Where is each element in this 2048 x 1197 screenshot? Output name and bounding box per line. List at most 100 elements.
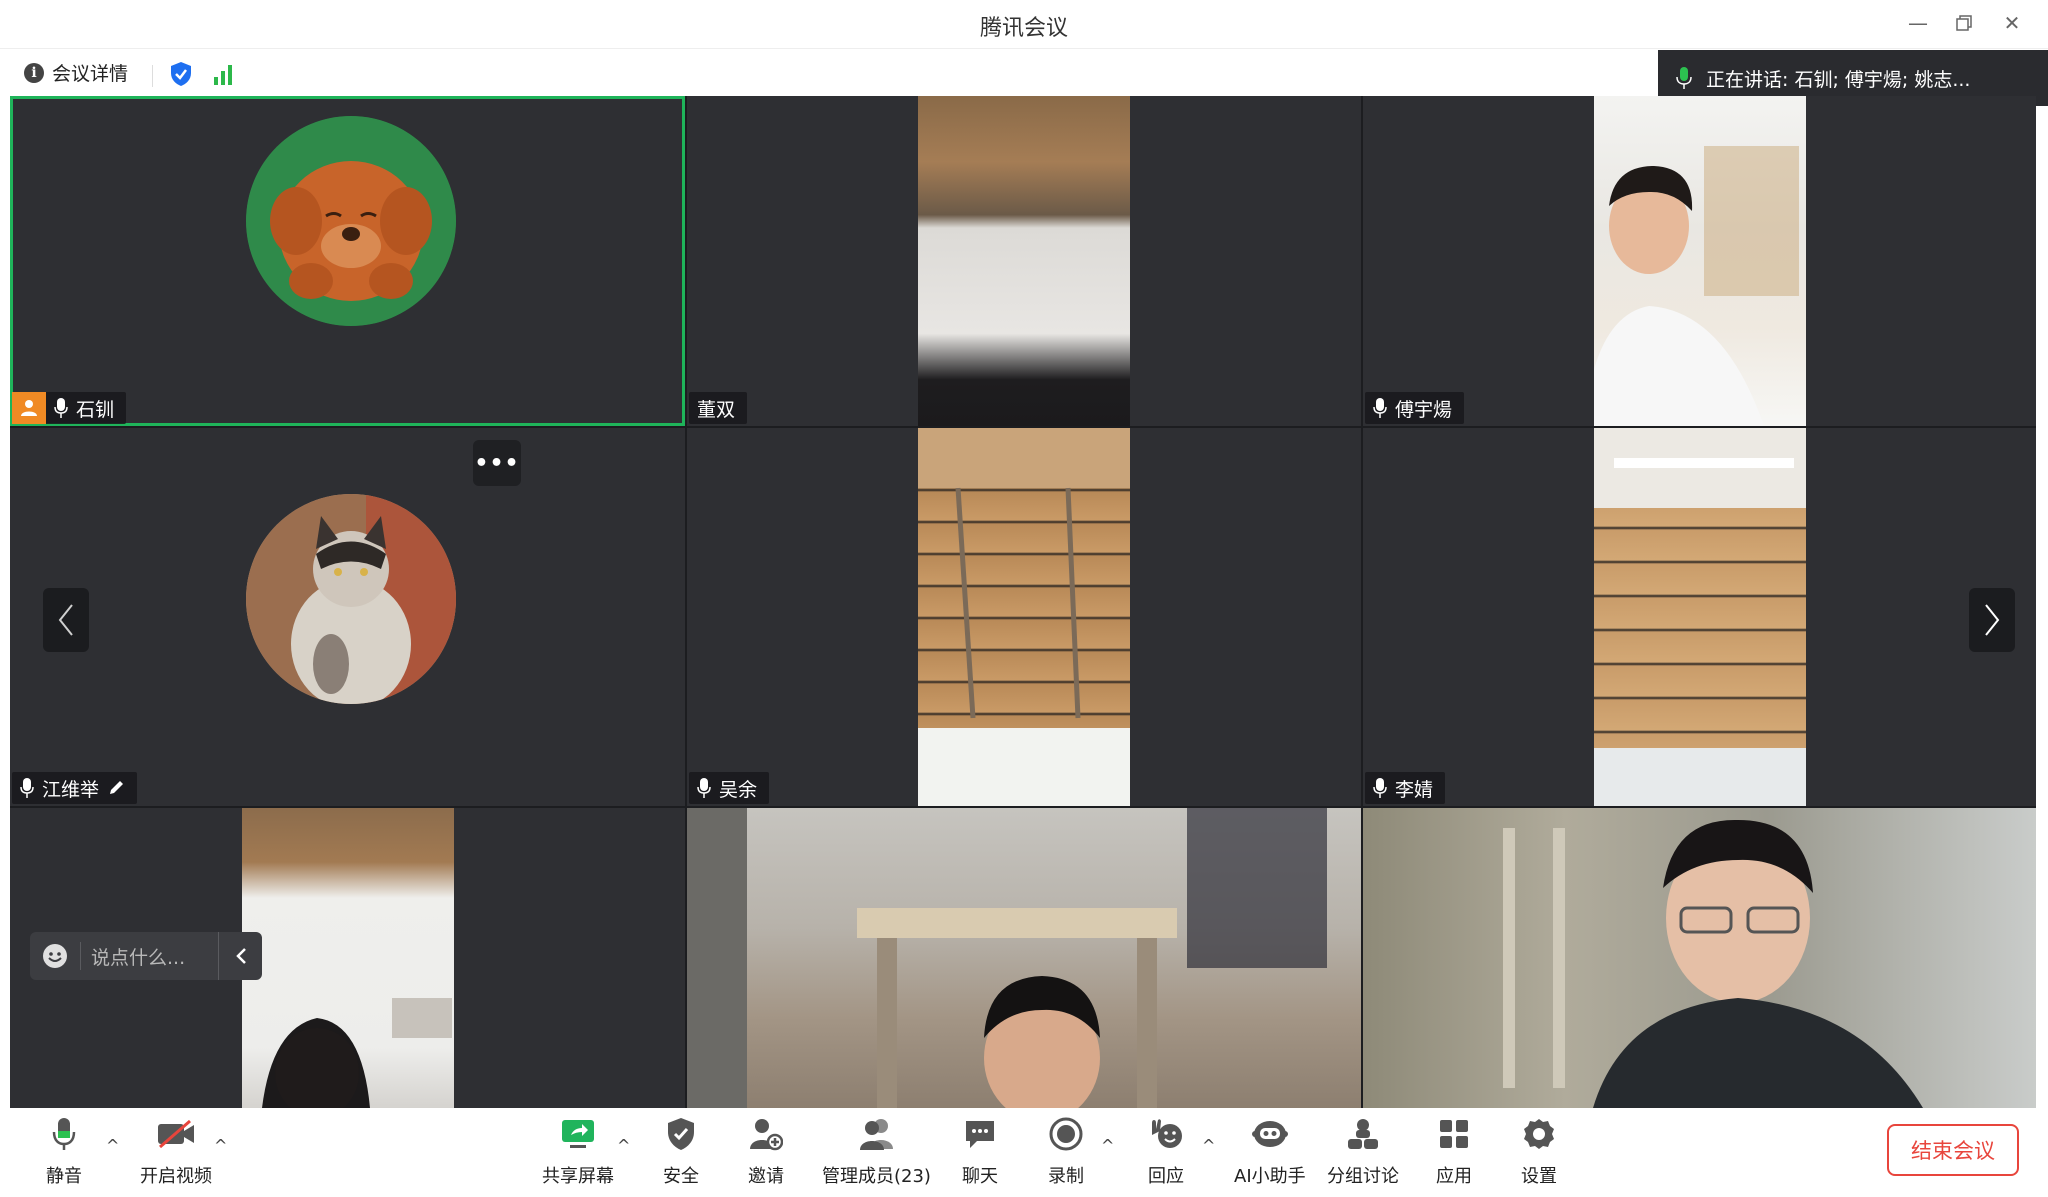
participant-tile[interactable]: 董双 xyxy=(687,96,1361,426)
chat-button[interactable]: 聊天 xyxy=(962,1112,998,1188)
robot-icon xyxy=(1251,1112,1289,1156)
mic-icon xyxy=(1373,778,1387,798)
breakout-rooms-button[interactable]: 分组讨论 xyxy=(1327,1112,1399,1188)
gear-icon xyxy=(1522,1112,1556,1156)
video-grid: 石钏 董双 傅宇煬 ••• 江维举 吴余 李婧 xyxy=(10,96,2036,1108)
host-icon xyxy=(12,392,46,424)
video-off-icon xyxy=(156,1112,196,1156)
bear-avatar xyxy=(246,116,456,326)
participant-tile[interactable]: 李婧 xyxy=(1363,428,2036,806)
video-feed xyxy=(687,808,1361,1108)
security-button[interactable]: 安全 xyxy=(663,1112,699,1188)
mute-label: 静音 xyxy=(46,1166,82,1187)
participant-name: 傅宇煬 xyxy=(1395,398,1453,421)
mic-active-icon xyxy=(1676,67,1692,89)
chevron-up-icon[interactable]: ^ xyxy=(1101,1136,1114,1155)
meeting-toolbar: 静音 ^ 开启视频 ^ 共享屏幕 ^ 安全 邀请 管理成员(23) 聊天 录制 … xyxy=(0,1108,2048,1197)
participant-tile[interactable]: 吴余 xyxy=(687,428,1361,806)
add-user-icon xyxy=(749,1112,783,1156)
participant-tile[interactable]: ••• 江维举 xyxy=(10,428,685,806)
participant-name: 吴余 xyxy=(719,778,758,801)
participant-name-tag: 傅宇煬 xyxy=(1365,392,1465,424)
share-screen-icon xyxy=(560,1112,596,1156)
react-button[interactable]: 回应 xyxy=(1148,1112,1184,1188)
pencil-icon[interactable] xyxy=(107,779,125,797)
mic-icon xyxy=(54,398,68,418)
meeting-details-label: 会议详情 xyxy=(52,63,129,85)
cat-avatar xyxy=(246,494,456,704)
share-screen-label: 共享屏幕 xyxy=(542,1166,614,1187)
signal-bars-icon[interactable] xyxy=(214,63,232,85)
mic-icon xyxy=(1373,398,1387,418)
end-meeting-button[interactable]: 结束会议 xyxy=(1887,1124,2019,1176)
members-icon xyxy=(857,1112,895,1156)
settings-button[interactable]: 设置 xyxy=(1521,1112,1557,1188)
record-label: 录制 xyxy=(1048,1166,1084,1187)
chevron-right-icon[interactable] xyxy=(1969,588,2015,652)
ai-assistant-label: AI小助手 xyxy=(1234,1166,1306,1187)
video-feed xyxy=(1594,428,1806,806)
chevron-up-icon[interactable]: ^ xyxy=(214,1136,227,1155)
apps-grid-icon xyxy=(1438,1112,1470,1156)
meeting-details-button[interactable]: i 会议详情 xyxy=(24,59,128,86)
participant-name-tag: 吴余 xyxy=(689,772,770,804)
record-icon xyxy=(1049,1112,1083,1156)
divider xyxy=(152,65,153,87)
microphone-icon xyxy=(51,1112,77,1156)
chat-quick-input[interactable]: 说点什么... xyxy=(30,932,262,980)
settings-label: 设置 xyxy=(1521,1166,1557,1187)
react-label: 回应 xyxy=(1148,1166,1184,1187)
close-icon[interactable]: ✕ xyxy=(1992,8,2032,38)
share-screen-button[interactable]: 共享屏幕 xyxy=(542,1112,614,1188)
restore-icon[interactable] xyxy=(1944,8,1984,38)
record-button[interactable]: 录制 xyxy=(1048,1112,1084,1188)
info-icon: i xyxy=(24,62,44,83)
apps-label: 应用 xyxy=(1436,1166,1472,1187)
mic-icon xyxy=(697,778,711,798)
video-feed xyxy=(918,428,1130,806)
chat-bubble-icon xyxy=(963,1112,997,1156)
chat-label: 聊天 xyxy=(962,1166,998,1187)
participant-tile[interactable] xyxy=(687,808,1361,1108)
invite-button[interactable]: 邀请 xyxy=(748,1112,784,1188)
invite-label: 邀请 xyxy=(748,1166,784,1187)
breakout-rooms-label: 分组讨论 xyxy=(1327,1166,1399,1187)
chat-input-placeholder[interactable]: 说点什么... xyxy=(81,943,218,970)
chevron-up-icon[interactable]: ^ xyxy=(617,1136,630,1155)
mute-button[interactable]: 静音 xyxy=(46,1112,82,1188)
video-feed xyxy=(242,808,454,1108)
video-feed xyxy=(918,96,1130,426)
participant-name-tag: 董双 xyxy=(689,392,748,424)
more-options-button[interactable]: ••• xyxy=(473,440,521,486)
participant-name: 董双 xyxy=(697,398,736,421)
minimize-icon[interactable]: — xyxy=(1898,8,1938,38)
apps-button[interactable]: 应用 xyxy=(1436,1112,1472,1188)
security-label: 安全 xyxy=(663,1166,699,1187)
chevron-up-icon[interactable]: ^ xyxy=(106,1136,119,1155)
video-feed xyxy=(1584,96,1806,426)
participant-name: 石钏 xyxy=(76,398,115,421)
title-bar: 腾讯会议 — ✕ xyxy=(0,0,2048,48)
shield-icon xyxy=(666,1112,696,1156)
collapse-chevron-icon[interactable] xyxy=(218,932,262,980)
shield-check-icon[interactable] xyxy=(170,61,192,91)
chevron-up-icon[interactable]: ^ xyxy=(1202,1136,1215,1155)
breakout-icon xyxy=(1346,1112,1380,1156)
manage-members-button[interactable]: 管理成员(23) xyxy=(822,1112,931,1188)
participant-tile[interactable]: 傅宇煬 xyxy=(1363,96,2036,426)
participant-tile[interactable]: 石钏 xyxy=(10,96,685,426)
participant-tile[interactable] xyxy=(1363,808,2036,1108)
reaction-icon xyxy=(1148,1112,1184,1156)
emoji-icon[interactable] xyxy=(30,943,80,969)
video-feed xyxy=(1363,808,2036,1108)
start-video-button[interactable]: 开启视频 xyxy=(140,1112,212,1188)
speaking-text: 正在讲话: 石钏; 傅宇煬; 姚志... xyxy=(1706,68,1971,91)
window-title: 腾讯会议 xyxy=(979,16,1068,41)
participant-name-tag: 李婧 xyxy=(1365,772,1446,804)
mic-icon xyxy=(20,778,34,798)
participant-name: 江维举 xyxy=(42,778,100,801)
participant-name: 李婧 xyxy=(1395,778,1434,801)
chevron-left-icon[interactable] xyxy=(43,588,89,652)
ai-assistant-button[interactable]: AI小助手 xyxy=(1234,1112,1306,1188)
start-video-label: 开启视频 xyxy=(140,1166,212,1187)
